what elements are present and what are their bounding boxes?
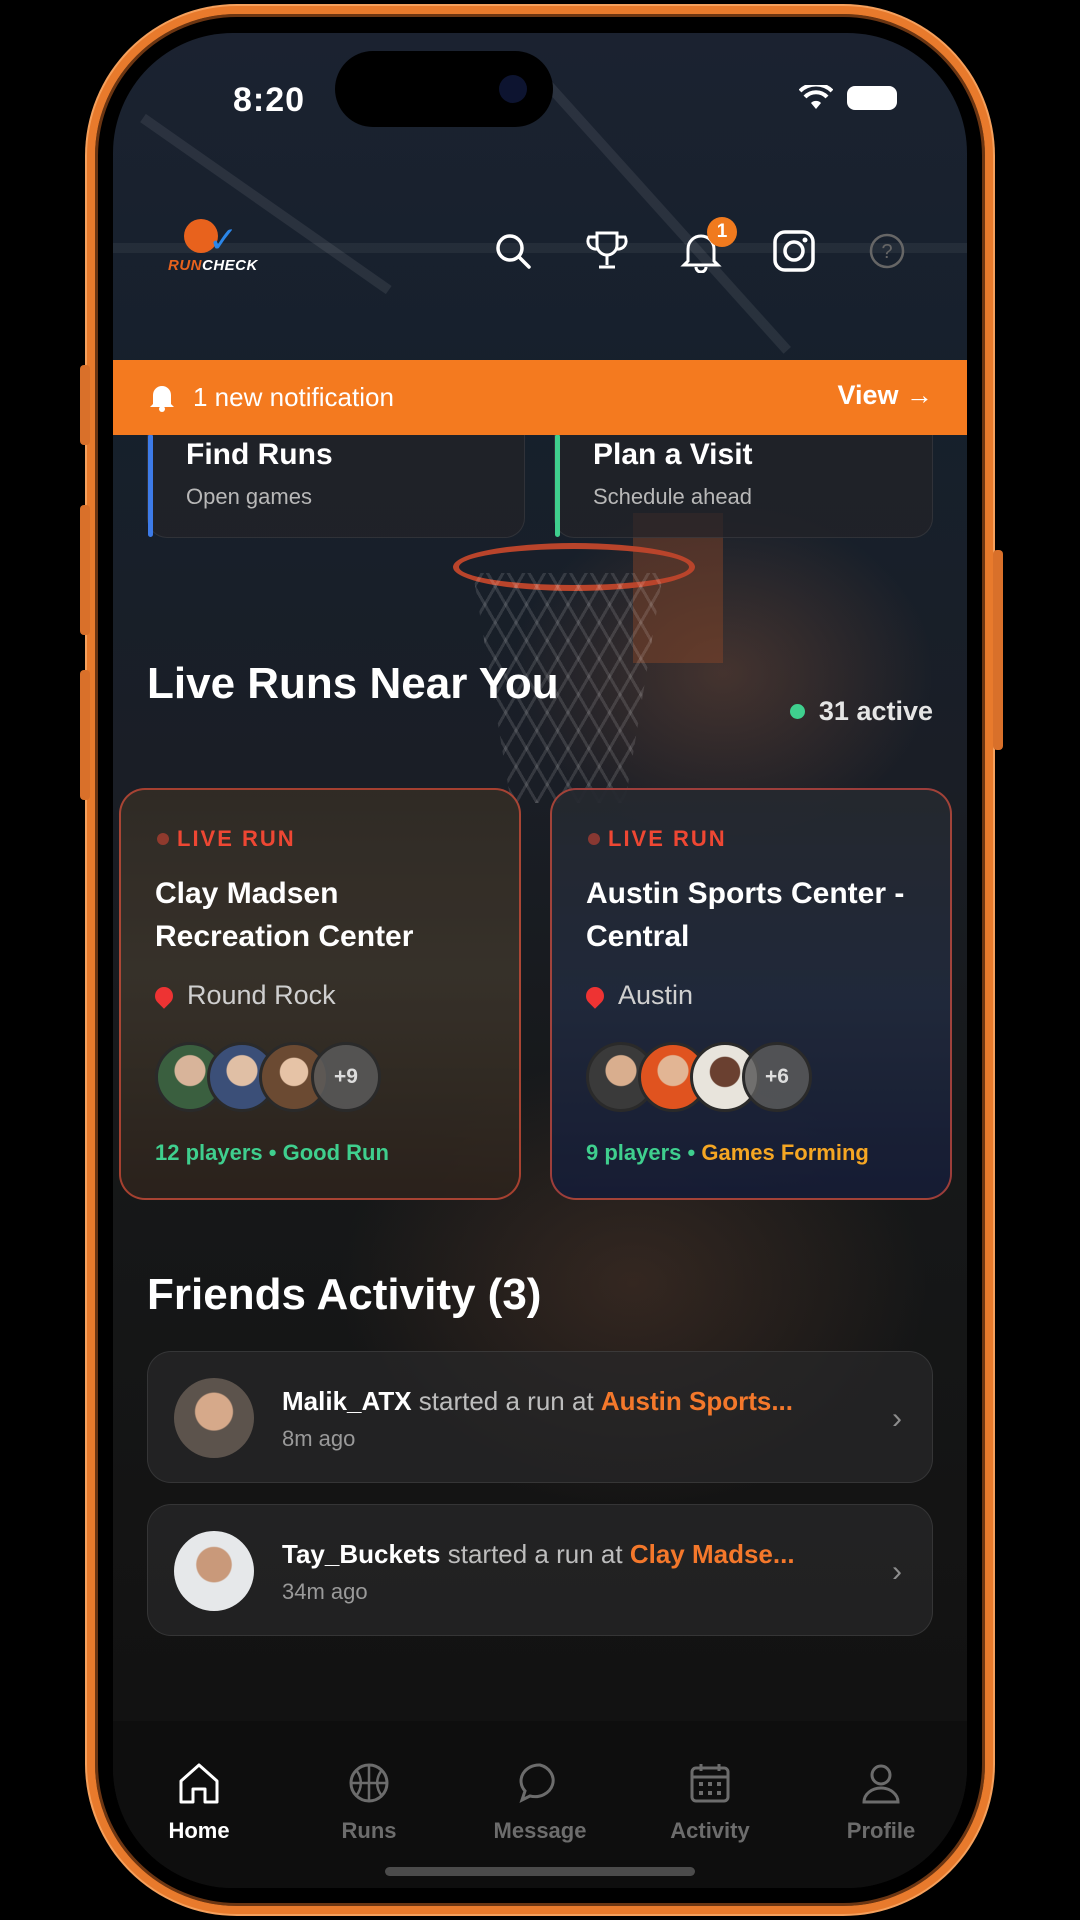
tab-home[interactable]: Home [139,1761,259,1844]
dynamic-island [335,51,553,127]
location-pin-icon [582,982,608,1009]
player-avatars: +9 [155,1042,381,1112]
plan-visit-card[interactable]: Plan a Visit Schedule ahead [554,433,933,538]
help-button[interactable]: ? [859,223,915,279]
side-button-left [80,505,90,635]
avatar [174,1378,254,1458]
tab-profile[interactable]: Profile [821,1761,941,1844]
status-time: 8:20 [233,81,306,119]
live-dot [157,833,169,845]
live-run-tag: LIVE RUN [157,826,296,852]
find-runs-card[interactable]: Find Runs Open games [147,433,525,538]
tab-activity[interactable]: Activity [650,1761,770,1844]
card-accent [148,434,153,537]
camera-dot [499,75,527,103]
status-icons [799,85,897,111]
basketball-icon [349,1763,389,1803]
help-icon: ? [869,233,905,269]
card-accent [555,434,560,537]
live-run-card[interactable]: LIVE RUN Clay Madsen Recreation Center R… [119,788,521,1200]
header-actions: 1 ? [113,217,967,279]
friend-activity-text: Malik_ATX started a run at Austin Sports… [282,1386,794,1416]
run-status: 12 players • Good Run [155,1140,389,1165]
run-venue-name: Austin Sports Center - Central [586,877,905,953]
notification-view-link[interactable]: View → [837,380,933,411]
bottom-tab-bar: Home Runs Message Activity Profile [113,1721,967,1888]
calendar-icon [690,1764,730,1803]
live-dot [588,833,600,845]
instagram-button[interactable] [766,223,822,279]
battery-icon [847,86,897,110]
wifi-icon [799,85,833,109]
action-subtitle: Open games [186,484,312,509]
chevron-right-icon: › [892,1555,902,1588]
home-icon [179,1763,219,1804]
more-players-count: +6 [742,1042,812,1112]
notification-text: 1 new notification [193,382,394,412]
live-runs-title: Live Runs Near You [147,659,559,708]
friends-activity-title: Friends Activity (3) [147,1270,542,1319]
action-subtitle: Schedule ahead [593,484,753,509]
instagram-icon [773,230,815,272]
app-screen: 8:20 ✓ RUNCHECK 1 ? Find Runs Open games… [113,33,967,1888]
action-title: Find Runs [186,438,333,471]
player-avatars: +6 [586,1042,812,1112]
search-icon [496,234,531,269]
friend-activity-item[interactable]: Malik_ATX started a run at Austin Sports… [147,1351,933,1483]
live-run-tag: LIVE RUN [588,826,727,852]
notification-badge: 1 [707,217,737,247]
trophy-icon [586,231,628,269]
bell-small-icon [150,386,174,412]
run-location: Round Rock [151,980,336,1011]
svg-text:?: ? [881,241,892,263]
friend-activity-item[interactable]: Tay_Buckets started a run at Clay Madse.… [147,1504,933,1636]
notifications-button[interactable]: 1 [673,217,737,279]
side-button-left [80,670,90,800]
active-dot [789,704,805,719]
activity-time: 8m ago [282,1426,356,1451]
person-icon [862,1764,900,1804]
run-status: 9 players • Games Forming [586,1140,869,1165]
location-pin-icon [151,982,177,1009]
run-venue-name: Clay Madsen Recreation Center [155,877,414,953]
active-count: 31 active [789,696,933,727]
home-indicator[interactable] [385,1867,695,1876]
side-button-left [80,365,90,445]
action-title: Plan a Visit [593,438,753,471]
run-location: Austin [582,980,693,1011]
bg-beam [529,64,791,354]
notification-banner[interactable]: 1 new notification View → [113,360,967,435]
side-button-right [993,550,1003,750]
avatar [174,1531,254,1611]
tab-message[interactable]: Message [480,1761,600,1844]
search-button[interactable] [485,223,541,279]
chevron-right-icon: › [892,1402,902,1435]
trophy-button[interactable] [579,223,635,279]
more-players-count: +9 [311,1042,381,1112]
live-run-card[interactable]: LIVE RUN Austin Sports Center - Central … [550,788,952,1200]
tab-runs[interactable]: Runs [309,1761,429,1844]
chat-bubble-icon [519,1763,555,1803]
friend-activity-text: Tay_Buckets started a run at Clay Madse.… [282,1539,795,1569]
activity-time: 34m ago [282,1579,368,1604]
